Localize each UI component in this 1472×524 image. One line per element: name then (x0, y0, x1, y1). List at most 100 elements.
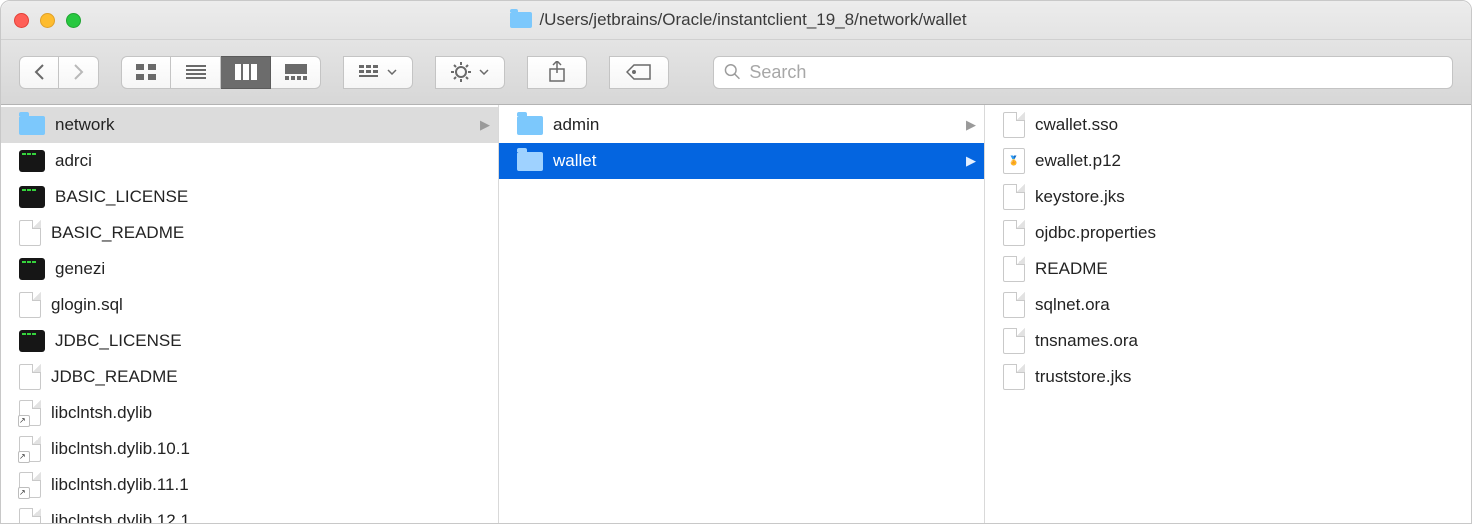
list-item[interactable]: ↗ libclntsh.dylib.12.1 (1, 503, 498, 523)
nav-back-button[interactable] (19, 56, 59, 89)
toolbar (1, 40, 1471, 105)
chevron-down-icon (479, 69, 489, 75)
exec-icon (19, 330, 45, 352)
list-item[interactable]: 🏅 ewallet.p12 (985, 143, 1471, 179)
chevron-right-icon: ▶ (966, 117, 976, 133)
file-icon (1003, 328, 1025, 354)
list-item[interactable]: tnsnames.ora (985, 323, 1471, 359)
window-path: /Users/jetbrains/Oracle/instantclient_19… (539, 10, 966, 30)
item-label: genezi (55, 259, 490, 279)
file-icon (19, 292, 41, 318)
chevron-right-icon: ▶ (480, 117, 490, 133)
list-item[interactable]: ↗libclntsh.dylib.11.1 (1, 467, 498, 503)
list-item[interactable]: ↗ libclntsh.dylib (1, 395, 498, 431)
item-label: ewallet.p12 (1035, 151, 1463, 171)
item-label: BASIC_README (51, 223, 490, 243)
item-label: libclntsh.dylib (51, 403, 490, 423)
file-icon (1003, 112, 1025, 138)
alias-icon: ↗ (19, 400, 41, 426)
arrange-button[interactable] (343, 56, 413, 89)
gallery-icon (285, 64, 307, 80)
list-item[interactable]: wallet▶ (499, 143, 984, 179)
item-label: keystore.jks (1035, 187, 1463, 207)
file-icon (19, 220, 41, 246)
list-item[interactable]: BASIC_README (1, 215, 498, 251)
list-icon (186, 65, 206, 79)
folder-icon (510, 12, 532, 28)
search-input[interactable] (749, 62, 1442, 83)
list-item[interactable]: sqlnet.ora (985, 287, 1471, 323)
list-item[interactable]: cwallet.sso (985, 107, 1471, 143)
column-2[interactable]: admin▶wallet▶ (499, 105, 985, 523)
item-label: ojdbc.properties (1035, 223, 1463, 243)
chevron-right-icon: ▶ (966, 153, 976, 169)
list-item[interactable]: network ▶ (1, 107, 498, 143)
list-item[interactable]: ↗ libclntsh.dylib.10.1 (1, 431, 498, 467)
columns-icon (235, 64, 257, 80)
arrange-group (343, 56, 413, 89)
list-item[interactable]: glogin.sql (1, 287, 498, 323)
view-columns-button[interactable] (221, 56, 271, 89)
list-item[interactable]: README (985, 251, 1471, 287)
window-maximize-button[interactable] (66, 13, 81, 28)
item-label: admin (553, 115, 956, 135)
column-3[interactable]: cwallet.sso 🏅 ewallet.p12 keystore.jks ojdbc… (985, 105, 1471, 523)
list-item[interactable]: adrci (1, 143, 498, 179)
list-item[interactable]: BASIC_LICENSE (1, 179, 498, 215)
exec-icon (19, 150, 45, 172)
item-label: network (55, 115, 470, 135)
chevron-left-icon (34, 63, 45, 81)
action-group (435, 56, 505, 89)
titlebar: /Users/jetbrains/Oracle/instantclient_19… (1, 1, 1471, 40)
item-label: libclntsh.dylib.10.1 (51, 439, 490, 459)
gear-icon (451, 62, 471, 82)
item-label: libclntsh.dylib.11.1 (51, 475, 490, 495)
exec-icon (19, 258, 45, 280)
share-group (527, 56, 587, 89)
search-field[interactable] (713, 56, 1453, 89)
window-close-button[interactable] (14, 13, 29, 28)
list-item[interactable]: keystore.jks (985, 179, 1471, 215)
columns-view: network ▶ adrci BASIC_LICENSE BASIC_READMEge… (1, 105, 1471, 523)
nav-forward-button[interactable] (59, 56, 99, 89)
list-item[interactable]: truststore.jks (985, 359, 1471, 395)
traffic-lights (1, 13, 81, 28)
list-item[interactable]: admin ▶ (499, 107, 984, 143)
list-item[interactable]: genezi (1, 251, 498, 287)
file-icon (1003, 292, 1025, 318)
tag-group (609, 56, 669, 89)
list-item[interactable]: JDBC_LICENSE (1, 323, 498, 359)
tags-button[interactable] (609, 56, 669, 89)
cert-icon: 🏅 (1003, 148, 1025, 174)
item-label: sqlnet.ora (1035, 295, 1463, 315)
file-icon (1003, 364, 1025, 390)
item-label: adrci (55, 151, 490, 171)
list-item[interactable]: JDBC_README (1, 359, 498, 395)
chevron-right-icon (73, 63, 84, 81)
item-label: cwallet.sso (1035, 115, 1463, 135)
list-item[interactable]: ojdbc.properties (985, 215, 1471, 251)
action-button[interactable] (435, 56, 505, 89)
alias-icon: ↗ (19, 508, 41, 523)
item-label: JDBC_LICENSE (55, 331, 490, 351)
folder-icon (19, 116, 45, 135)
exec-icon (19, 186, 45, 208)
window-minimize-button[interactable] (40, 13, 55, 28)
column-1[interactable]: network ▶ adrci BASIC_LICENSE BASIC_READMEge… (1, 105, 499, 523)
nav-group (19, 56, 99, 89)
view-gallery-button[interactable] (271, 56, 321, 89)
share-button[interactable] (527, 56, 587, 89)
search-icon (724, 63, 741, 81)
file-icon (1003, 184, 1025, 210)
search-container (713, 56, 1453, 89)
item-label: JDBC_README (51, 367, 490, 387)
view-icons-button[interactable] (121, 56, 171, 89)
view-group (121, 56, 321, 89)
item-label: glogin.sql (51, 295, 490, 315)
item-label: libclntsh.dylib.12.1 (51, 511, 490, 523)
file-icon (1003, 256, 1025, 282)
view-list-button[interactable] (171, 56, 221, 89)
alias-icon: ↗ (19, 436, 41, 462)
item-label: tnsnames.ora (1035, 331, 1463, 351)
window-title: /Users/jetbrains/Oracle/instantclient_19… (81, 10, 1471, 30)
